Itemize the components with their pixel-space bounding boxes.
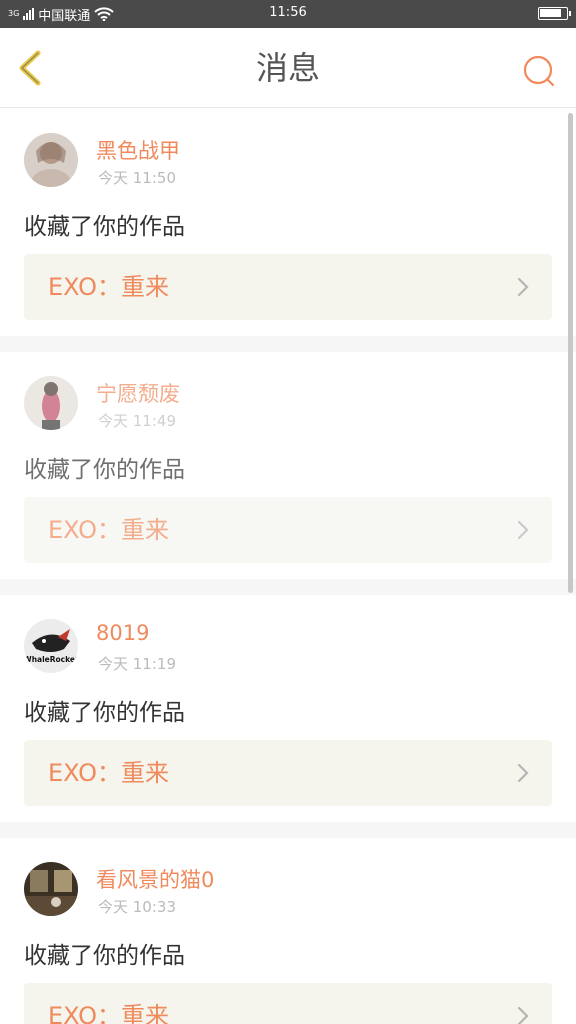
- work-title: EXO：重来: [48, 1002, 169, 1024]
- work-link[interactable]: EXO：重来: [24, 497, 552, 563]
- username[interactable]: 看风景的猫0: [96, 864, 214, 894]
- timestamp: 今天 10:33: [98, 898, 176, 916]
- divider: [0, 579, 576, 595]
- work-title: EXO：重来: [48, 273, 169, 301]
- battery-icon: [538, 7, 571, 20]
- chevron-right-icon: [517, 1006, 529, 1024]
- chevron-right-icon: [517, 277, 529, 297]
- work-link[interactable]: EXO：重来: [24, 740, 552, 806]
- avatar[interactable]: [24, 133, 78, 187]
- status-time: 11:56: [269, 5, 307, 20]
- work-link[interactable]: EXO：重来: [24, 983, 552, 1024]
- message-item: 看风景的猫0 今天 10:33 收藏了你的作品 EXO：重来: [0, 838, 576, 1024]
- message-item: WhaleRocket 8019 今天 11:19 收藏了你的作品 EXO：重来: [0, 595, 576, 822]
- action-text: 收藏了你的作品: [24, 214, 185, 240]
- avatar[interactable]: [24, 376, 78, 430]
- timestamp: 今天 11:50: [98, 169, 176, 187]
- avatar-logo-text: WhaleRocket: [24, 655, 78, 664]
- avatar[interactable]: WhaleRocket: [24, 619, 78, 673]
- username[interactable]: 8019: [96, 621, 149, 645]
- divider: [0, 822, 576, 838]
- search-button[interactable]: [522, 54, 556, 88]
- work-link[interactable]: EXO：重来: [24, 254, 552, 320]
- status-bar: 3G 中国联通 11:56: [0, 0, 576, 28]
- chevron-right-icon: [517, 520, 529, 540]
- action-text: 收藏了你的作品: [24, 700, 185, 726]
- timestamp: 今天 11:49: [98, 412, 176, 430]
- divider: [0, 336, 576, 352]
- scrollbar[interactable]: [568, 113, 573, 593]
- message-list[interactable]: 黑色战甲 今天 11:50 收藏了你的作品 EXO：重来 宁愿颓废 今天 11:…: [0, 109, 576, 1024]
- work-title: EXO：重来: [48, 516, 169, 544]
- avatar[interactable]: [24, 862, 78, 916]
- work-title: EXO：重来: [48, 759, 169, 787]
- message-item: 黑色战甲 今天 11:50 收藏了你的作品 EXO：重来: [0, 109, 576, 336]
- page-title: 消息: [255, 49, 320, 87]
- action-text: 收藏了你的作品: [24, 457, 185, 483]
- header: 消息: [0, 28, 576, 108]
- chevron-right-icon: [517, 763, 529, 783]
- action-text: 收藏了你的作品: [24, 943, 185, 969]
- username[interactable]: 宁愿颓废: [96, 378, 180, 408]
- timestamp: 今天 11:19: [98, 655, 176, 673]
- username[interactable]: 黑色战甲: [96, 135, 180, 165]
- message-item: 宁愿颓废 今天 11:49 收藏了你的作品 EXO：重来: [0, 352, 576, 579]
